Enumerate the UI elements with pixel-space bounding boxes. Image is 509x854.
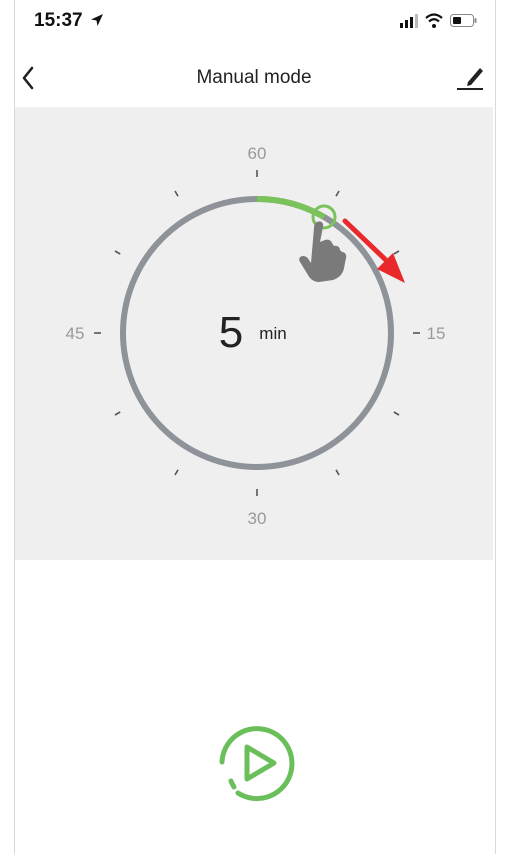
- timer-value: 5: [219, 308, 243, 357]
- dial-tick: [393, 411, 400, 416]
- dial-tick: [174, 190, 179, 197]
- dial-tick: [393, 250, 400, 255]
- dial-tick: [335, 469, 340, 476]
- dial-label-60: 60: [248, 144, 267, 163]
- timer-unit: min: [259, 324, 286, 343]
- nav-bar: Manual mode: [14, 52, 494, 102]
- status-time: 15:37: [34, 10, 83, 31]
- battery-icon: [450, 14, 477, 27]
- pencil-icon: [457, 68, 483, 90]
- edit-button[interactable]: [452, 60, 488, 94]
- play-icon: [219, 726, 295, 802]
- dial-label-15: 15: [427, 324, 446, 343]
- dial-label-30: 30: [248, 509, 267, 528]
- status-bar: 15:37: [14, 0, 494, 42]
- wifi-icon: [425, 13, 443, 28]
- dial-ticks: [94, 170, 420, 496]
- dial-label-45: 45: [66, 324, 85, 343]
- timer-dial-panel: 60 15 30 45 5 min: [15, 107, 493, 560]
- dial-tick: [114, 250, 121, 255]
- dial-tick: [114, 411, 121, 416]
- page-title: Manual mode: [196, 67, 312, 88]
- dial-tick: [174, 469, 179, 476]
- signal-bars-icon: [400, 14, 418, 28]
- dial-track[interactable]: [120, 196, 394, 470]
- play-button[interactable]: [212, 720, 302, 810]
- status-icons: [400, 12, 478, 35]
- location-arrow-icon: [91, 14, 103, 26]
- dial-tick: [335, 190, 340, 197]
